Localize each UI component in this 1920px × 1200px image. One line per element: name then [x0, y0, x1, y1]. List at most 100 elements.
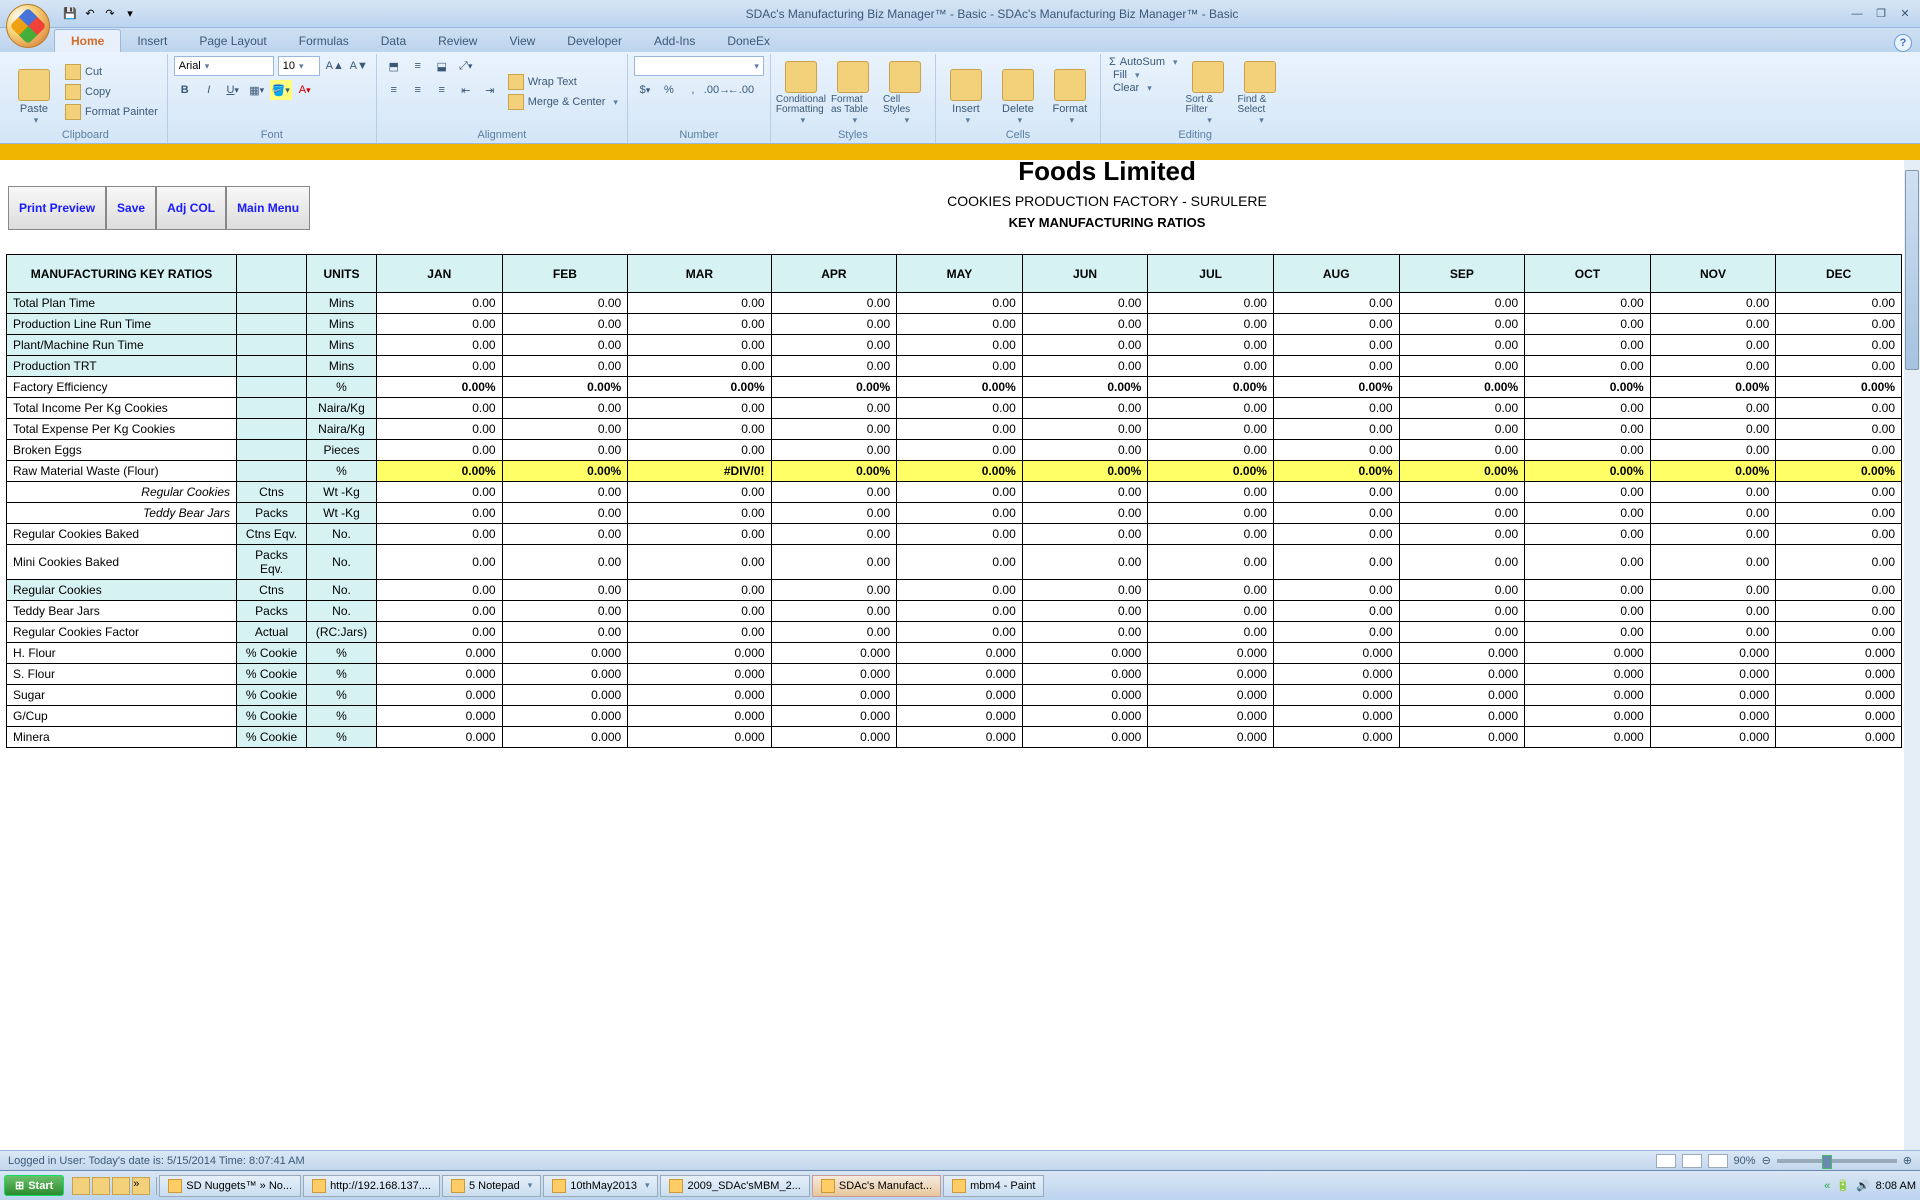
cell[interactable]: 0.00: [1650, 440, 1776, 461]
cell[interactable]: 0.000: [1525, 706, 1651, 727]
row-label[interactable]: Total Income Per Kg Cookies: [7, 398, 237, 419]
row-units[interactable]: No.: [307, 601, 377, 622]
ql-icon[interactable]: [92, 1177, 110, 1195]
cell[interactable]: 0.00: [1399, 293, 1525, 314]
row-label[interactable]: Regular Cookies: [7, 482, 237, 503]
cell[interactable]: 0.000: [502, 685, 628, 706]
tab-data[interactable]: Data: [365, 30, 422, 52]
cell[interactable]: 0.000: [1273, 643, 1399, 664]
cell[interactable]: 0.000: [1650, 664, 1776, 685]
row-label[interactable]: Factory Efficiency: [7, 377, 237, 398]
row-label[interactable]: Total Expense Per Kg Cookies: [7, 419, 237, 440]
row-label[interactable]: Broken Eggs: [7, 440, 237, 461]
ql-more-icon[interactable]: »: [132, 1177, 150, 1195]
cell[interactable]: 0.00: [1525, 482, 1651, 503]
row-qual[interactable]: % Cookie: [237, 643, 307, 664]
cell[interactable]: 0.000: [1273, 664, 1399, 685]
cell[interactable]: 0.00: [628, 314, 771, 335]
cell[interactable]: 0.00: [1776, 545, 1902, 580]
cell[interactable]: 0.00: [628, 293, 771, 314]
cell[interactable]: 0.00: [1525, 419, 1651, 440]
cell[interactable]: 0.00: [1650, 398, 1776, 419]
row-units[interactable]: Mins: [307, 293, 377, 314]
cell[interactable]: 0.00: [377, 293, 503, 314]
row-label[interactable]: Mini Cookies Baked: [7, 545, 237, 580]
cell[interactable]: 0.00: [377, 545, 503, 580]
cell[interactable]: 0.00: [1273, 601, 1399, 622]
clear-button[interactable]: Clear▾: [1107, 82, 1180, 94]
cell[interactable]: 0.00: [502, 482, 628, 503]
cell[interactable]: 0.00: [502, 545, 628, 580]
cell[interactable]: 0.00: [771, 503, 897, 524]
worksheet-area[interactable]: Print Preview Save Adj COL Main Menu Foo…: [0, 160, 1920, 1150]
task-button[interactable]: 5 Notepad▾: [442, 1175, 541, 1197]
cell[interactable]: 0.000: [1650, 727, 1776, 748]
cell[interactable]: 0.00: [897, 524, 1023, 545]
cell[interactable]: 0.00: [502, 440, 628, 461]
task-button[interactable]: SDAc's Manufact...: [812, 1175, 941, 1197]
cell[interactable]: 0.00%: [502, 461, 628, 482]
cell[interactable]: 0.00: [897, 293, 1023, 314]
cell[interactable]: 0.00: [1776, 440, 1902, 461]
page-layout-view-icon[interactable]: [1682, 1154, 1702, 1168]
row-label[interactable]: Production TRT: [7, 356, 237, 377]
cell[interactable]: 0.000: [628, 643, 771, 664]
cell[interactable]: 0.00: [1022, 293, 1148, 314]
cell[interactable]: 0.00: [1525, 545, 1651, 580]
row-label[interactable]: Teddy Bear Jars: [7, 503, 237, 524]
cell[interactable]: 0.00: [1273, 440, 1399, 461]
row-units[interactable]: %: [307, 727, 377, 748]
row-qual[interactable]: [237, 398, 307, 419]
merge-center-button[interactable]: Merge & Center▾: [505, 93, 621, 111]
cell[interactable]: 0.00: [377, 335, 503, 356]
cell[interactable]: 0.000: [897, 685, 1023, 706]
cell[interactable]: 0.00: [1399, 622, 1525, 643]
cell[interactable]: 0.00: [377, 482, 503, 503]
qat-dropdown-icon[interactable]: ▾: [122, 6, 138, 22]
cell[interactable]: 0.00: [771, 580, 897, 601]
save-button[interactable]: Save: [106, 186, 156, 230]
row-qual[interactable]: Ctns: [237, 580, 307, 601]
clock[interactable]: 8:08 AM: [1876, 1180, 1916, 1192]
cell[interactable]: 0.00%: [1650, 461, 1776, 482]
cell[interactable]: 0.000: [1650, 685, 1776, 706]
cell[interactable]: 0.00: [1776, 622, 1902, 643]
cell[interactable]: 0.00: [1022, 622, 1148, 643]
percent-icon[interactable]: %: [658, 80, 680, 100]
cell[interactable]: 0.000: [1776, 664, 1902, 685]
task-dropdown-icon[interactable]: ▾: [528, 1180, 533, 1191]
number-format-combo[interactable]: ▾: [634, 56, 764, 76]
cell[interactable]: 0.00%: [1776, 461, 1902, 482]
row-label[interactable]: Production Line Run Time: [7, 314, 237, 335]
cell[interactable]: 0.00: [1399, 601, 1525, 622]
cell[interactable]: 0.000: [897, 643, 1023, 664]
cell[interactable]: 0.000: [377, 664, 503, 685]
cell[interactable]: 0.00: [771, 398, 897, 419]
row-label[interactable]: Regular Cookies Baked: [7, 524, 237, 545]
cell[interactable]: 0.00: [628, 601, 771, 622]
copy-button[interactable]: Copy: [62, 83, 161, 101]
cell[interactable]: 0.00: [1525, 580, 1651, 601]
cell[interactable]: 0.00: [1022, 545, 1148, 580]
cell[interactable]: 0.00: [377, 601, 503, 622]
cell[interactable]: 0.00: [1399, 335, 1525, 356]
row-qual[interactable]: [237, 419, 307, 440]
cell[interactable]: 0.00: [628, 440, 771, 461]
cell[interactable]: 0.000: [1399, 685, 1525, 706]
cell[interactable]: 0.00: [1273, 398, 1399, 419]
cell[interactable]: 0.00: [1525, 314, 1651, 335]
cell[interactable]: 0.00: [1776, 580, 1902, 601]
cell[interactable]: 0.00: [1525, 293, 1651, 314]
cell[interactable]: 0.000: [1148, 664, 1274, 685]
cell[interactable]: 0.00: [1776, 356, 1902, 377]
start-button[interactable]: ⊞Start: [4, 1175, 64, 1196]
cell[interactable]: 0.00: [1650, 545, 1776, 580]
cell[interactable]: 0.00: [1022, 482, 1148, 503]
cell[interactable]: 0.00: [377, 356, 503, 377]
cell[interactable]: 0.00: [1148, 622, 1274, 643]
align-bottom-icon[interactable]: ⬓: [431, 56, 453, 76]
cell[interactable]: 0.00: [897, 335, 1023, 356]
cell[interactable]: 0.00: [1273, 622, 1399, 643]
border-button[interactable]: ▦▾: [246, 80, 268, 100]
cell[interactable]: 0.00: [771, 601, 897, 622]
